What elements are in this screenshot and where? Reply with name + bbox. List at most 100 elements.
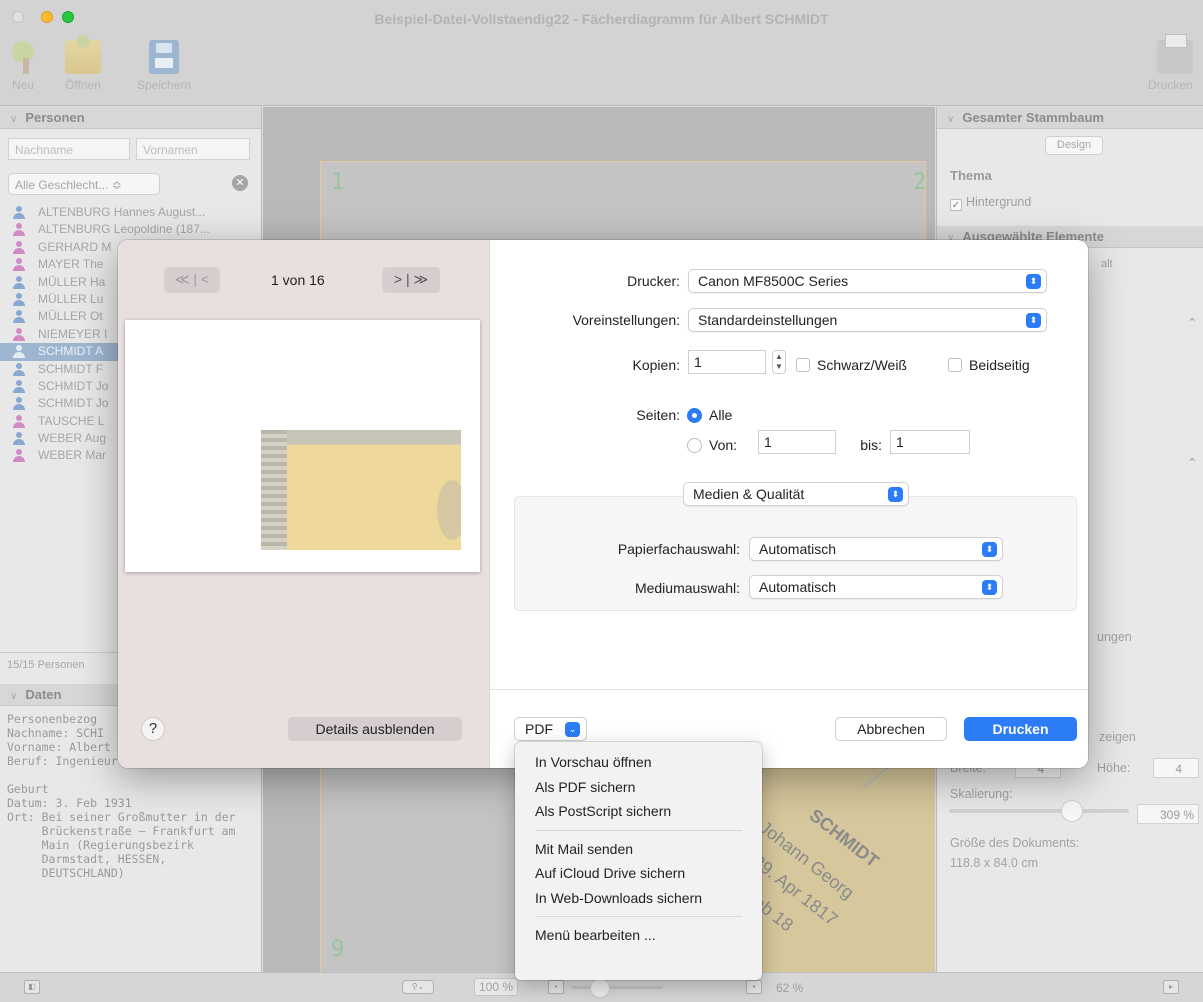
hide-details-button[interactable]: Details ausblenden [288,717,462,741]
zoom-out-icon[interactable]: ▪ [548,980,564,994]
printer-icon [1157,34,1193,74]
show-option-fragment[interactable]: zeigen [1099,730,1136,744]
pages-all-radio[interactable]: Alle [687,407,732,423]
toolbar-print-button[interactable]: Drucken [1148,34,1203,92]
duplex-checkbox[interactable]: Beidseitig [948,357,1030,373]
copies-label: Kopien: [632,357,680,373]
person-name: WEBER Aug [38,431,107,446]
toolbar-new-label: Neu [11,78,34,92]
menu-item-edit-menu[interactable]: Menü bearbeiten ... [515,923,762,948]
data-header-label: Daten [25,687,62,702]
preview-forward-button[interactable]: > | ≫ [382,267,440,293]
toolbar-new-button[interactable]: Neu [8,40,38,92]
zoom-slider-knob[interactable] [590,978,610,998]
toolbar-print-label: Drucken [1148,78,1193,92]
menu-item-save-postscript[interactable]: Als PostScript sichern [515,799,762,824]
person-name: ALTENBURG Leopoldine (187... [38,222,210,237]
person-detail-line: Ort: Bei seiner Großmutter in der [7,810,236,824]
copies-field[interactable]: 1 [688,350,766,374]
zoom-slider-track[interactable] [572,986,662,989]
scaling-slider-knob[interactable] [1061,800,1083,822]
chevron-updown-icon: ⬍ [888,487,903,502]
media-type-select[interactable]: Automatisch ⬍ [749,575,1003,599]
firstname-search-input[interactable]: Vornamen [136,138,250,160]
content-tab-fragment[interactable]: alt [1101,258,1113,270]
toolbar-save-button[interactable]: Speichern [128,40,200,92]
chevron-updown-icon: ⬍ [982,580,997,595]
duplex-label: Beidseitig [969,357,1030,373]
search-zoom-icon[interactable]: ⚲⌄ [402,980,434,994]
gender-filter-select[interactable]: Alle Geschlecht... ≎ [8,173,160,195]
person-list-item[interactable]: ALTENBURG Leopoldine (187... [0,221,261,238]
female-person-icon [13,449,25,463]
page-indicator: 1 von 16 [271,272,325,288]
scaling-field[interactable]: 309 % [1137,804,1199,824]
background-label: Hintergrund [966,195,1032,209]
chevron-down-icon: ⌄ [565,722,580,737]
person-detail-line: Brückenstraße – Frankfurt am [7,824,236,838]
full-tree-section-header[interactable]: ∨ Gesamter Stammbaum [937,107,1203,129]
toolbar-open-button[interactable]: Öffnen [60,34,106,92]
height-stepper[interactable]: 4 [1153,758,1199,778]
black-white-checkbox[interactable]: Schwarz/Weiß [796,357,907,373]
person-name: GERHARD M [38,239,112,254]
pages-range-radio[interactable]: Von: [687,437,737,453]
male-person-icon [13,206,25,219]
male-person-icon [13,345,25,359]
paper-tray-select[interactable]: Automatisch ⬍ [749,537,1003,561]
zoom-field[interactable]: 100 % [474,978,518,996]
section-value: Medien & Qualität [693,486,805,502]
menu-item-save-icloud[interactable]: Auf iCloud Drive sichern [515,861,762,886]
pages-label: Seiten: [636,407,680,423]
person-name: MÜLLER Ha [38,274,106,289]
section-select[interactable]: Medien & Qualität ⬍ [683,482,909,506]
printer-select[interactable]: Canon MF8500C Series ⬍ [688,269,1047,293]
dialog-footer-divider [490,689,1088,690]
menu-item-open-preview[interactable]: In Vorschau öffnen [515,750,762,775]
menu-item-save-web-downloads[interactable]: In Web-Downloads sichern [515,886,762,911]
copies-stepper[interactable]: ▲ ▼ [772,350,786,374]
print-preview-page [125,320,480,572]
clear-filter-icon[interactable]: ✕ [232,175,248,191]
scaling-label: Skalierung: [950,787,1013,801]
background-checkbox[interactable]: ✓ Hintergrund [950,195,1031,211]
pages-from-field[interactable]: 1 [758,430,836,454]
pdf-menu-button[interactable]: PDF ⌄ [514,717,587,741]
female-person-icon [13,258,25,272]
scaling-slider-track[interactable] [949,809,1129,813]
chevron-down-icon: ∨ [947,114,955,125]
chevron-updown-icon: ⬍ [1026,313,1041,328]
person-detail-line: DEUTSCHLAND) [7,866,125,880]
person-name: MÜLLER Ot [38,309,103,324]
chevron-updown-icon: ⬍ [982,542,997,557]
chevron-down-icon: ∨ [10,114,18,125]
chevron-updown-icon[interactable]: ⌃ [1187,315,1197,330]
persons-section-header[interactable]: ∨ Personen [0,107,261,129]
menu-item-save-pdf[interactable]: Als PDF sichern [515,775,762,800]
toggle-left-panel-icon[interactable]: ◧ [24,980,40,994]
settings-button-fragment[interactable]: ungen [1097,630,1132,644]
person-zoom-icon[interactable]: ▪ [746,980,762,994]
design-tab-button[interactable]: Design [1045,136,1103,155]
toggle-right-panel-icon[interactable]: ▸ [1163,980,1179,994]
pages-to-field[interactable]: 1 [890,430,970,454]
person-detail-line: Darmstadt, HESSEN, [7,852,167,866]
preview-thumbnail-image [261,430,461,550]
window-title: Beispiel-Datei-Vollstaendig22 - Fächerdi… [374,11,829,27]
preview-back-button[interactable]: ≪ | < [164,267,220,293]
full-tree-header-label: Gesamter Stammbaum [962,110,1104,125]
print-button[interactable]: Drucken [964,717,1077,741]
help-button[interactable]: ? [141,717,165,741]
paper-tray-label: Papierfachauswahl: [617,541,740,557]
pdf-dropdown-menu: In Vorschau öffnen Als PDF sichern Als P… [515,742,762,980]
cancel-button[interactable]: Abbrechen [835,717,947,741]
pdf-button-label: PDF [525,721,553,737]
male-person-icon [13,432,25,446]
toolbar-open-label: Öffnen [65,78,101,92]
lastname-search-input[interactable]: Nachname [8,138,130,160]
chevron-updown-icon[interactable]: ⌃ [1187,455,1197,470]
printer-value: Canon MF8500C Series [698,273,849,289]
menu-item-send-mail[interactable]: Mit Mail senden [515,837,762,862]
presets-select[interactable]: Standardeinstellungen ⬍ [688,308,1047,332]
person-list-item[interactable]: ALTENBURG Hannes August... [0,204,261,221]
